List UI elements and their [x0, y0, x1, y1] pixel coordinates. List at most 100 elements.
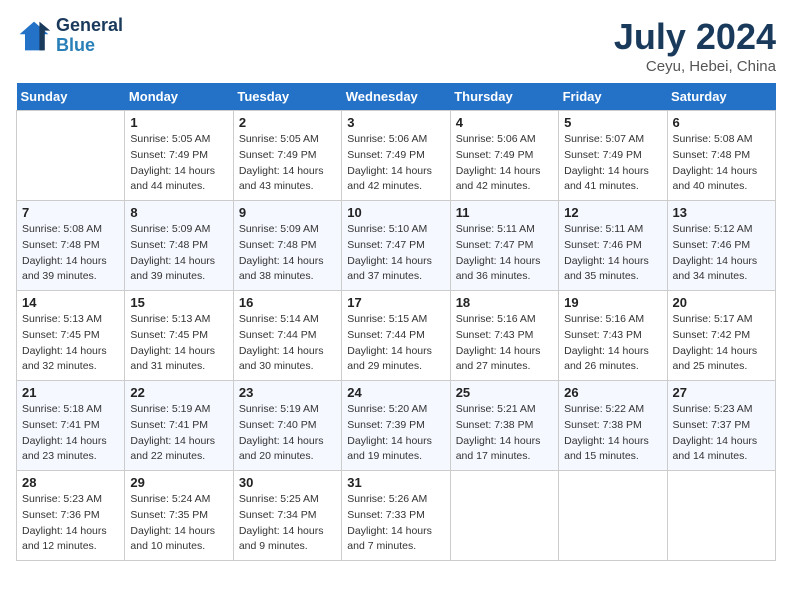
day-info: Sunrise: 5:11 AM Sunset: 7:46 PM Dayligh…: [564, 222, 661, 285]
day-info: Sunrise: 5:16 AM Sunset: 7:43 PM Dayligh…: [456, 312, 553, 375]
title-block: July 2024 Ceyu, Hebei, China: [614, 16, 776, 75]
calendar-day-cell: 12Sunrise: 5:11 AM Sunset: 7:46 PM Dayli…: [559, 201, 667, 291]
day-number: 9: [239, 205, 336, 220]
day-number: 14: [22, 295, 119, 310]
day-number: 31: [347, 475, 444, 490]
logo-text: General Blue: [56, 16, 123, 56]
day-info: Sunrise: 5:17 AM Sunset: 7:42 PM Dayligh…: [673, 312, 770, 375]
weekday-header: Thursday: [450, 83, 558, 111]
month-title: July 2024: [614, 16, 776, 58]
day-number: 24: [347, 385, 444, 400]
calendar-day-cell: [667, 471, 775, 561]
calendar-day-cell: 27 Sunrise: 5:23 AM Sunset: 7:37 PM Dayli…: [667, 381, 775, 471]
day-info: Sunrise: 5:15 AM Sunset: 7:44 PM Dayligh…: [347, 312, 444, 375]
logo: General Blue: [16, 16, 123, 56]
day-info: Sunrise: 5:10 AM Sunset: 7:47 PM Dayligh…: [347, 222, 444, 285]
location: Ceyu, Hebei, China: [614, 58, 776, 75]
calendar-day-cell: 15Sunrise: 5:13 AM Sunset: 7:45 PM Dayli…: [125, 291, 233, 381]
day-info: Sunrise: 5:26 AM Sunset: 7:33 PM Dayligh…: [347, 492, 444, 555]
calendar-header: SundayMondayTuesdayWednesdayThursdayFrid…: [17, 83, 776, 111]
day-info: Sunrise: 5:07 AM Sunset: 7:49 PM Dayligh…: [564, 132, 661, 195]
day-info: Sunrise: 5:13 AM Sunset: 7:45 PM Dayligh…: [130, 312, 227, 375]
weekday-header: Friday: [559, 83, 667, 111]
day-number: 1: [130, 115, 227, 130]
day-number: 29: [130, 475, 227, 490]
day-info: Sunrise: 5:18 AM Sunset: 7:41 PM Dayligh…: [22, 402, 119, 465]
day-info: Sunrise: 5:14 AM Sunset: 7:44 PM Dayligh…: [239, 312, 336, 375]
day-number: 30: [239, 475, 336, 490]
logo-icon: [16, 18, 52, 54]
day-number: 3: [347, 115, 444, 130]
calendar-day-cell: 29 Sunrise: 5:24 AM Sunset: 7:35 PM Dayli…: [125, 471, 233, 561]
calendar-week-row: 14 Sunrise: 5:13 AM Sunset: 7:45 PM Dayli…: [17, 291, 776, 381]
day-number: 10: [347, 205, 444, 220]
page-header: General Blue July 2024 Ceyu, Hebei, Chin…: [16, 16, 776, 75]
day-number: 16: [239, 295, 336, 310]
calendar-day-cell: [559, 471, 667, 561]
day-number: 2: [239, 115, 336, 130]
day-info: Sunrise: 5:09 AM Sunset: 7:48 PM Dayligh…: [130, 222, 227, 285]
calendar-day-cell: 11Sunrise: 5:11 AM Sunset: 7:47 PM Dayli…: [450, 201, 558, 291]
calendar-day-cell: 18 Sunrise: 5:16 AM Sunset: 7:43 PM Dayli…: [450, 291, 558, 381]
calendar-week-row: 7 Sunrise: 5:08 AM Sunset: 7:48 PM Daylig…: [17, 201, 776, 291]
day-info: Sunrise: 5:11 AM Sunset: 7:47 PM Dayligh…: [456, 222, 553, 285]
day-number: 27: [673, 385, 770, 400]
day-info: Sunrise: 5:08 AM Sunset: 7:48 PM Dayligh…: [673, 132, 770, 195]
day-info: Sunrise: 5:23 AM Sunset: 7:37 PM Dayligh…: [673, 402, 770, 465]
calendar-day-cell: 10 Sunrise: 5:10 AM Sunset: 7:47 PM Dayli…: [342, 201, 450, 291]
day-info: Sunrise: 5:23 AM Sunset: 7:36 PM Dayligh…: [22, 492, 119, 555]
day-info: Sunrise: 5:05 AM Sunset: 7:49 PM Dayligh…: [239, 132, 336, 195]
day-number: 5: [564, 115, 661, 130]
day-info: Sunrise: 5:12 AM Sunset: 7:46 PM Dayligh…: [673, 222, 770, 285]
day-number: 8: [130, 205, 227, 220]
day-number: 23: [239, 385, 336, 400]
calendar-day-cell: 26Sunrise: 5:22 AM Sunset: 7:38 PM Dayli…: [559, 381, 667, 471]
calendar-day-cell: 25Sunrise: 5:21 AM Sunset: 7:38 PM Dayli…: [450, 381, 558, 471]
calendar-day-cell: 3 Sunrise: 5:06 AM Sunset: 7:49 PM Daylig…: [342, 111, 450, 201]
weekday-header: Tuesday: [233, 83, 341, 111]
day-info: Sunrise: 5:05 AM Sunset: 7:49 PM Dayligh…: [130, 132, 227, 195]
day-number: 7: [22, 205, 119, 220]
calendar-week-row: 21 Sunrise: 5:18 AM Sunset: 7:41 PM Dayli…: [17, 381, 776, 471]
calendar-day-cell: 22 Sunrise: 5:19 AM Sunset: 7:41 PM Dayli…: [125, 381, 233, 471]
calendar-day-cell: 9Sunrise: 5:09 AM Sunset: 7:48 PM Daylig…: [233, 201, 341, 291]
calendar-day-cell: 8 Sunrise: 5:09 AM Sunset: 7:48 PM Daylig…: [125, 201, 233, 291]
day-number: 21: [22, 385, 119, 400]
calendar-week-row: 1 Sunrise: 5:05 AM Sunset: 7:49 PM Daylig…: [17, 111, 776, 201]
calendar-table: SundayMondayTuesdayWednesdayThursdayFrid…: [16, 83, 776, 561]
day-number: 18: [456, 295, 553, 310]
day-info: Sunrise: 5:24 AM Sunset: 7:35 PM Dayligh…: [130, 492, 227, 555]
weekday-header: Wednesday: [342, 83, 450, 111]
day-info: Sunrise: 5:16 AM Sunset: 7:43 PM Dayligh…: [564, 312, 661, 375]
calendar-day-cell: 24Sunrise: 5:20 AM Sunset: 7:39 PM Dayli…: [342, 381, 450, 471]
calendar-week-row: 28 Sunrise: 5:23 AM Sunset: 7:36 PM Dayli…: [17, 471, 776, 561]
calendar-day-cell: 16 Sunrise: 5:14 AM Sunset: 7:44 PM Dayli…: [233, 291, 341, 381]
calendar-day-cell: 20 Sunrise: 5:17 AM Sunset: 7:42 PM Dayli…: [667, 291, 775, 381]
calendar-day-cell: [17, 111, 125, 201]
calendar-day-cell: 4 Sunrise: 5:06 AM Sunset: 7:49 PM Daylig…: [450, 111, 558, 201]
day-info: Sunrise: 5:19 AM Sunset: 7:41 PM Dayligh…: [130, 402, 227, 465]
calendar-day-cell: 31 Sunrise: 5:26 AM Sunset: 7:33 PM Dayli…: [342, 471, 450, 561]
day-number: 28: [22, 475, 119, 490]
day-number: 22: [130, 385, 227, 400]
calendar-day-cell: 19Sunrise: 5:16 AM Sunset: 7:43 PM Dayli…: [559, 291, 667, 381]
day-number: 4: [456, 115, 553, 130]
day-info: Sunrise: 5:06 AM Sunset: 7:49 PM Dayligh…: [347, 132, 444, 195]
day-info: Sunrise: 5:21 AM Sunset: 7:38 PM Dayligh…: [456, 402, 553, 465]
day-info: Sunrise: 5:19 AM Sunset: 7:40 PM Dayligh…: [239, 402, 336, 465]
calendar-day-cell: 28 Sunrise: 5:23 AM Sunset: 7:36 PM Dayli…: [17, 471, 125, 561]
day-info: Sunrise: 5:06 AM Sunset: 7:49 PM Dayligh…: [456, 132, 553, 195]
day-info: Sunrise: 5:08 AM Sunset: 7:48 PM Dayligh…: [22, 222, 119, 285]
weekday-header: Monday: [125, 83, 233, 111]
calendar-day-cell: 17 Sunrise: 5:15 AM Sunset: 7:44 PM Dayli…: [342, 291, 450, 381]
day-number: 20: [673, 295, 770, 310]
weekday-header: Sunday: [17, 83, 125, 111]
calendar-day-cell: 30Sunrise: 5:25 AM Sunset: 7:34 PM Dayli…: [233, 471, 341, 561]
day-info: Sunrise: 5:13 AM Sunset: 7:45 PM Dayligh…: [22, 312, 119, 375]
calendar-day-cell: 13Sunrise: 5:12 AM Sunset: 7:46 PM Dayli…: [667, 201, 775, 291]
calendar-day-cell: [450, 471, 558, 561]
calendar-day-cell: 14 Sunrise: 5:13 AM Sunset: 7:45 PM Dayli…: [17, 291, 125, 381]
day-number: 17: [347, 295, 444, 310]
calendar-day-cell: 5 Sunrise: 5:07 AM Sunset: 7:49 PM Daylig…: [559, 111, 667, 201]
calendar-day-cell: 21 Sunrise: 5:18 AM Sunset: 7:41 PM Dayli…: [17, 381, 125, 471]
